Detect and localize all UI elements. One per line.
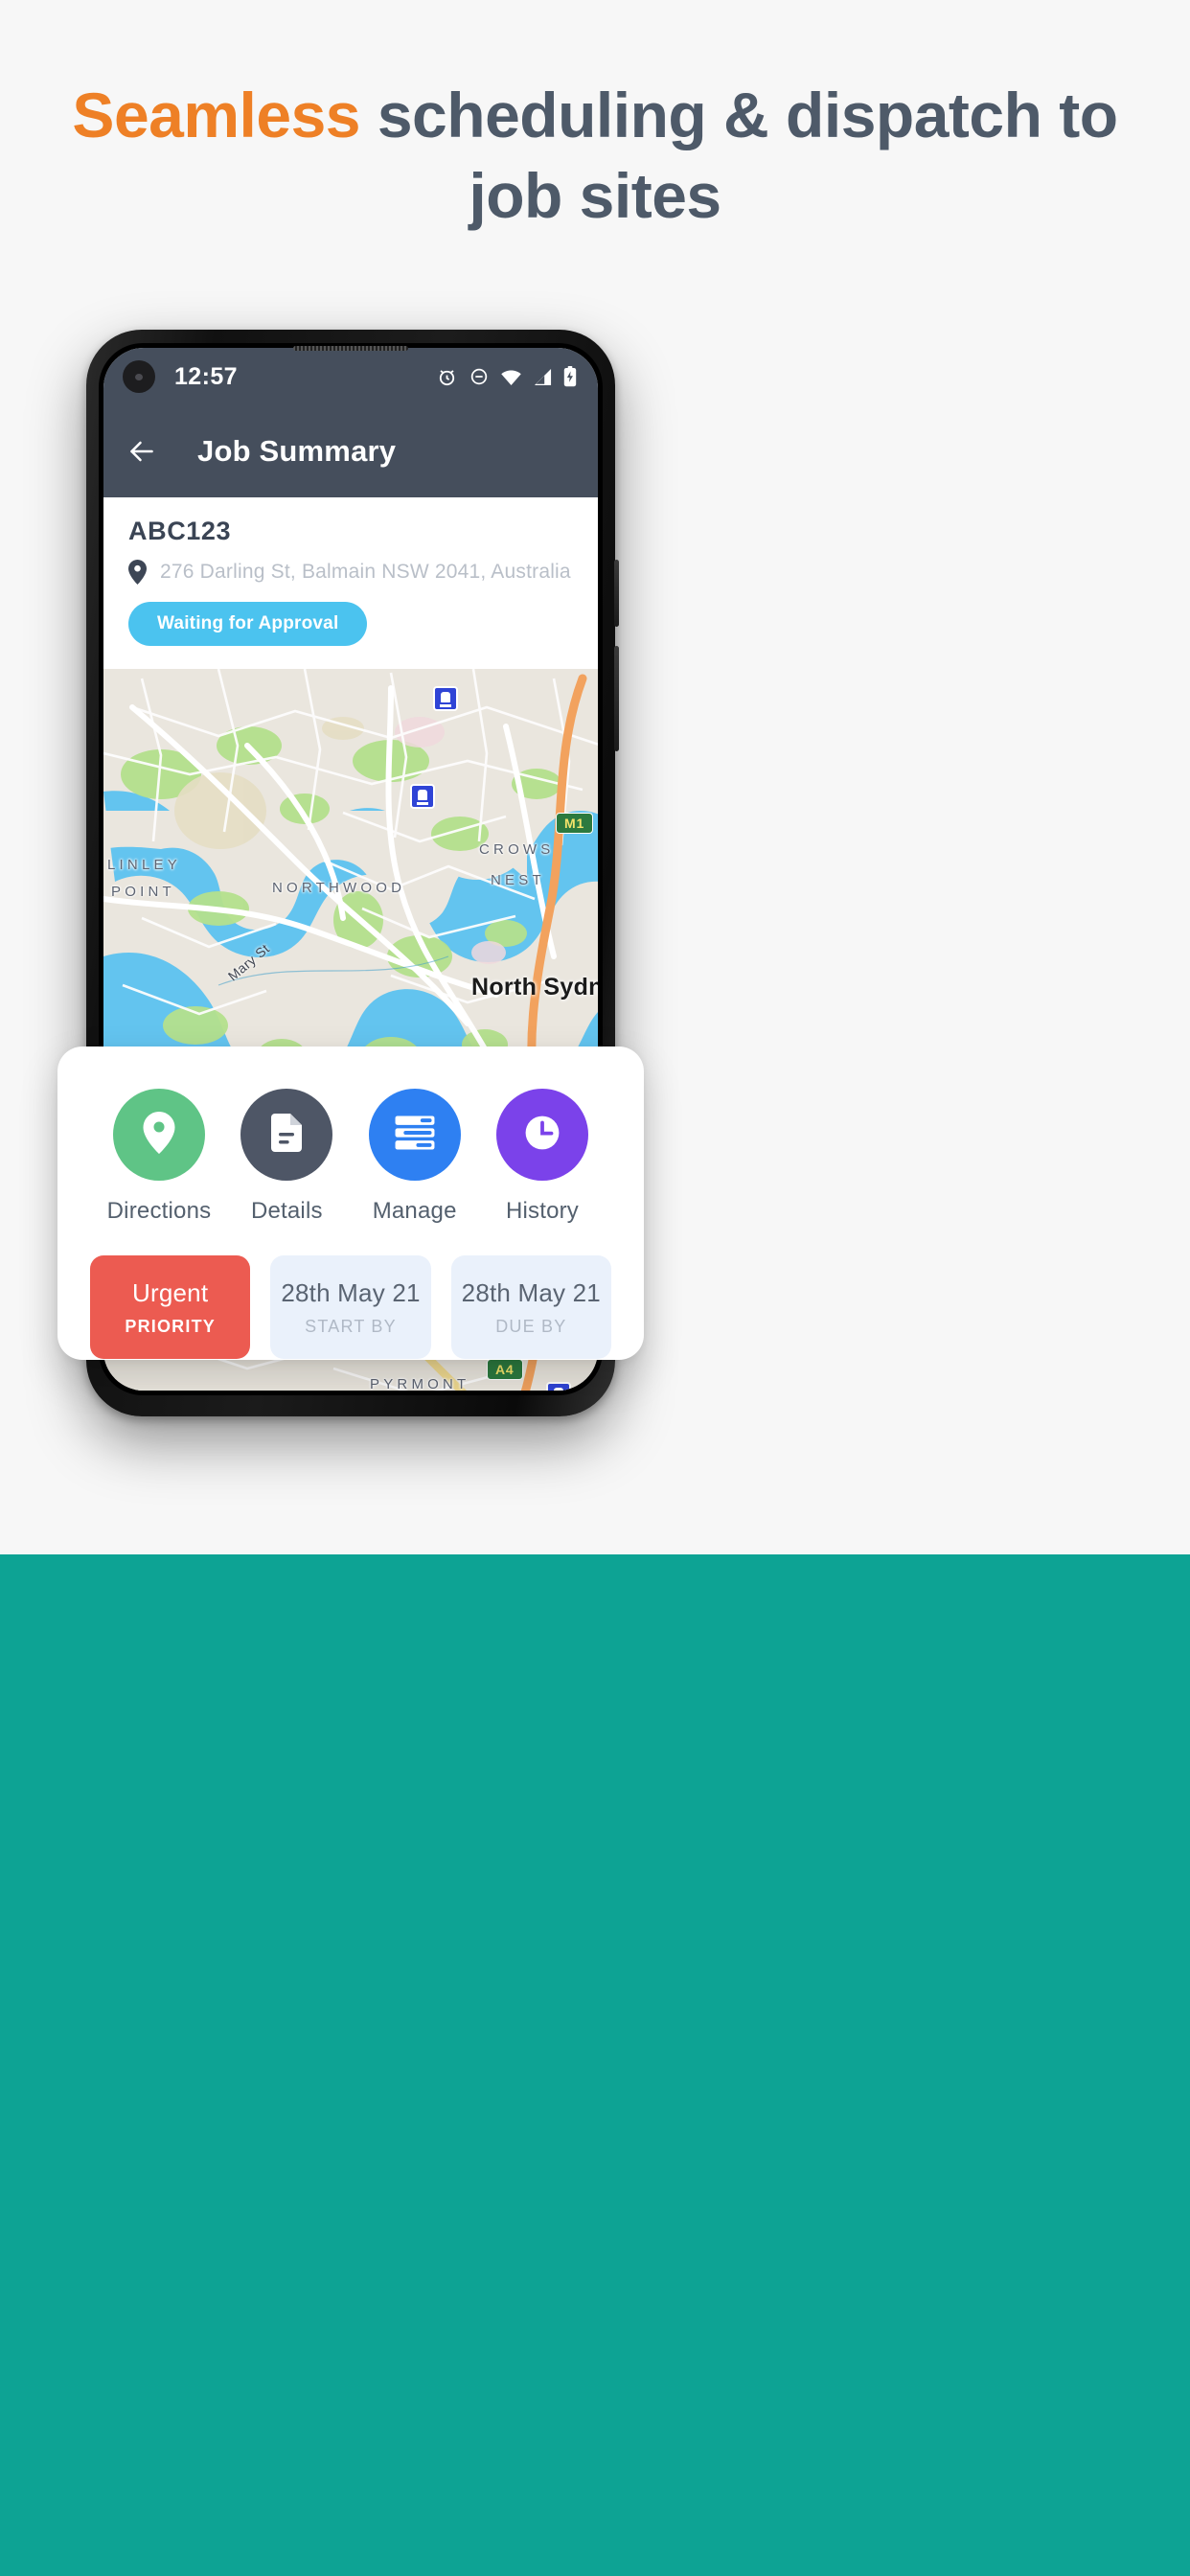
train-station-icon xyxy=(410,784,435,809)
action-history-circle[interactable] xyxy=(495,1089,588,1181)
headline-rest: scheduling & dispatch to job sites xyxy=(360,80,1118,231)
status-bar-clock: 12:57 xyxy=(174,362,238,390)
quick-actions-row: Directions Details Manage History xyxy=(90,1089,611,1225)
action-details-circle[interactable] xyxy=(240,1089,333,1181)
action-manage-label: Manage xyxy=(372,1198,457,1224)
job-reference: ABC123 xyxy=(128,517,232,545)
headline-accent-word: Seamless xyxy=(72,80,360,150)
train-station-icon xyxy=(433,686,458,711)
map-pin-icon xyxy=(143,1111,175,1159)
signal-icon xyxy=(533,368,553,386)
android-status-bar: 12:57 xyxy=(103,348,598,405)
road-shield-a4: A4 xyxy=(487,1359,523,1380)
job-address: 276 Darling St, Balmain NSW 2041, Austra… xyxy=(160,561,571,583)
chip-start-by[interactable]: 28th May 21 START BY xyxy=(270,1255,431,1359)
action-manage-circle[interactable] xyxy=(368,1089,461,1181)
do-not-disturb-icon xyxy=(469,366,490,387)
train-station-icon xyxy=(546,1382,571,1391)
action-history-label: History xyxy=(505,1198,580,1224)
task-list-icon xyxy=(394,1115,436,1156)
chip-priority-value: Urgent xyxy=(132,1277,209,1307)
document-icon xyxy=(271,1113,303,1157)
job-meta-chips: Urgent PRIORITY 28th May 21 START BY 28t… xyxy=(90,1255,611,1359)
status-bar-icons xyxy=(436,366,577,388)
chip-priority-label: PRIORITY xyxy=(125,1316,216,1336)
chip-due-by[interactable]: 28th May 21 DUE BY xyxy=(450,1255,611,1359)
action-details[interactable]: Details xyxy=(231,1089,342,1225)
chip-due-by-label: DUE BY xyxy=(495,1316,567,1336)
road-shield-m1: M1 xyxy=(556,813,594,834)
action-manage[interactable]: Manage xyxy=(359,1089,470,1225)
back-arrow-icon[interactable] xyxy=(125,434,159,469)
map-pin-icon xyxy=(128,560,147,585)
action-history[interactable]: History xyxy=(487,1089,598,1225)
action-details-label: Details xyxy=(250,1198,323,1224)
job-actions-card: Directions Details Manage History Urgent… xyxy=(57,1046,644,1360)
action-directions-circle[interactable] xyxy=(113,1089,205,1181)
clock-icon xyxy=(524,1115,561,1156)
job-address-row: 276 Darling St, Balmain NSW 2041, Austra… xyxy=(128,560,573,585)
chip-due-by-value: 28th May 21 xyxy=(461,1277,601,1307)
battery-icon xyxy=(563,366,577,387)
phone-side-button-volume xyxy=(614,560,619,627)
app-bar: Job Summary xyxy=(103,405,598,497)
app-bar-title: Job Summary xyxy=(197,434,397,468)
alarm-icon xyxy=(436,366,458,388)
teal-background-band xyxy=(0,1554,1190,2576)
phone-side-button-power xyxy=(614,646,619,751)
chip-priority[interactable]: Urgent PRIORITY xyxy=(90,1255,251,1359)
page-title: Seamless scheduling & dispatch to job si… xyxy=(57,75,1133,236)
wifi-icon xyxy=(500,368,522,386)
status-badge[interactable]: Waiting for Approval xyxy=(128,602,368,646)
job-header-card: ABC123 276 Darling St, Balmain NSW 2041,… xyxy=(103,497,598,669)
phone-speaker-grille xyxy=(293,346,408,351)
camera-punch-hole xyxy=(123,360,155,393)
action-directions-label: Directions xyxy=(106,1198,212,1224)
promo-screenshot: Seamless scheduling & dispatch to job si… xyxy=(0,0,1190,2576)
chip-start-by-label: START BY xyxy=(305,1316,397,1336)
chip-start-by-value: 28th May 21 xyxy=(281,1277,421,1307)
action-directions[interactable]: Directions xyxy=(103,1089,215,1225)
